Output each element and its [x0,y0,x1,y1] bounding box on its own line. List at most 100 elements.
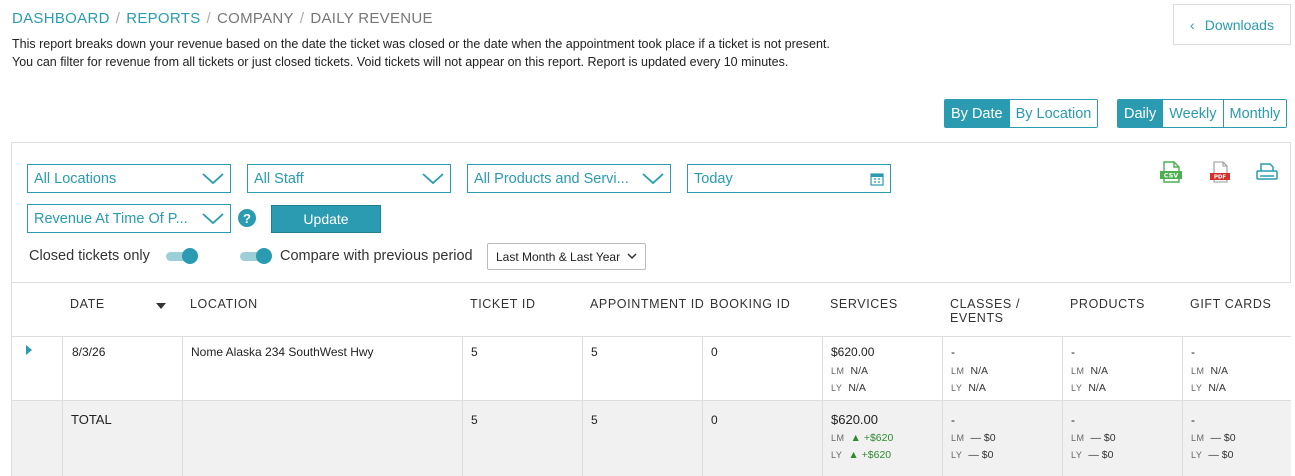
products-services-select-value: All Products and Servi... [474,170,629,187]
products-ly-value: N/A [1088,382,1106,394]
cell-divider [582,337,583,400]
total-gift-cards-lm: LM — $0 [1191,432,1236,444]
pdf-export-icon[interactable]: PDF [1208,161,1232,183]
locations-select-value: All Locations [34,170,117,187]
chevron-down-icon [202,212,224,224]
chevron-down-icon [627,253,637,260]
compare-toggle[interactable] [240,248,272,264]
table-header: DATE LOCATION TICKET ID APPOINTMENT ID B… [12,282,1291,337]
total-ticket-id: 5 [471,413,478,427]
view-toggle: By Date By Location [944,99,1099,128]
classes-ly: LY N/A [951,382,986,394]
revenue-type-select[interactable]: Revenue At Time Of P... [27,204,231,233]
cell-ticket-id: 5 [471,345,478,359]
cell-date: 8/3/26 [72,345,106,359]
cell-divider [1182,401,1183,476]
cell-divider [702,337,703,400]
classes-lm-value: N/A [970,365,989,377]
weekly-button[interactable]: Weekly [1162,100,1223,127]
total-row: TOTAL 5 5 0 $620.00 LM ▲ +$620 LY ▲ +$620 … [12,401,1291,476]
total-gift-cards: - [1191,413,1195,427]
csv-export-icon[interactable]: CSV [1159,161,1183,183]
chevron-down-icon [202,172,224,184]
cell-divider [1062,337,1063,400]
staff-select[interactable]: All Staff [247,164,451,193]
total-services-ly: LY ▲ +$620 [831,449,891,461]
update-button[interactable]: Update [271,205,381,233]
column-header-appointment-id[interactable]: APPOINTMENT ID [590,297,704,311]
cell-divider [462,337,463,400]
total-classes-lm-value: — $0 [970,432,996,444]
column-header-services[interactable]: SERVICES [830,297,898,311]
total-products-ly: LY — $0 [1071,449,1113,461]
compare-period-select[interactable]: Last Month & Last Year [487,243,646,270]
classes-lm: LM N/A [951,365,988,377]
breadcrumb-current-page: DAILY REVENUE [310,10,433,27]
column-header-classes[interactable]: CLASSES / EVENTS [950,297,1020,325]
report-description: This report breaks down your revenue bas… [12,37,830,69]
help-icon[interactable]: ? [238,209,256,227]
column-header-booking-id[interactable]: BOOKING ID [710,297,790,311]
services-ly-value: N/A [848,382,866,394]
gift-cards-lm: LM N/A [1191,365,1228,377]
total-products-ly-value: — $0 [1088,449,1114,461]
column-header-ticket-id[interactable]: TICKET ID [470,297,536,311]
toggle-knob [182,248,198,264]
lm-label: LM [951,433,965,443]
services-lm: LM N/A [831,365,868,377]
cell-divider [1062,401,1063,476]
total-gift-cards-lm-value: — $0 [1210,432,1236,444]
gift-cards-ly: LY N/A [1191,382,1226,394]
toggle-knob [256,248,272,264]
cell-divider [822,337,823,400]
chevron-left-icon: ‹ [1190,16,1195,33]
downloads-button[interactable]: ‹ Downloads [1173,4,1291,45]
gift-cards-ly-value: N/A [1208,382,1226,394]
by-date-button[interactable]: By Date [945,100,1009,127]
expand-row-icon[interactable] [26,345,32,355]
total-products-lm-value: — $0 [1090,432,1116,444]
column-header-products[interactable]: PRODUCTS [1070,297,1145,311]
breadcrumb-separator: / [206,10,211,27]
ly-label: LY [1071,383,1083,393]
print-icon[interactable] [1255,161,1279,183]
breadcrumb-company: COMPANY [217,10,294,27]
lm-label: LM [951,366,965,376]
calendar-icon[interactable] [870,172,884,186]
column-header-location[interactable]: LOCATION [190,297,258,311]
date-input-value: Today [694,170,733,187]
cell-gift-cards: - [1191,345,1195,359]
by-location-button[interactable]: By Location [1008,100,1098,127]
chevron-down-icon [642,172,664,184]
breadcrumb-dashboard[interactable]: DASHBOARD [12,10,110,27]
lm-label: LM [831,366,845,376]
table-row: 8/3/26 Nome Alaska 234 SouthWest Hwy 5 5… [12,337,1291,401]
daily-button[interactable]: Daily [1118,100,1163,127]
sort-desc-icon[interactable] [156,303,166,309]
cell-services: $620.00 [831,345,875,359]
pdf-icon-text: PDF [1214,175,1227,181]
products-lm: LM N/A [1071,365,1108,377]
cell-divider [942,337,943,400]
cell-divider [182,337,183,400]
column-header-gift-cards[interactable]: GIFT CARDS [1190,297,1271,311]
breadcrumb-reports[interactable]: REPORTS [126,10,200,27]
locations-select[interactable]: All Locations [27,164,231,193]
date-input[interactable]: Today [687,164,891,193]
monthly-button[interactable]: Monthly [1222,100,1287,127]
total-gift-cards-ly: LY — $0 [1191,449,1233,461]
cell-divider [462,401,463,476]
products-lm-value: N/A [1090,365,1109,377]
products-services-select[interactable]: All Products and Servi... [467,164,671,193]
total-label: TOTAL [71,412,112,427]
total-services: $620.00 [831,412,878,427]
cell-divider [62,401,63,476]
total-classes-lm: LM — $0 [951,432,996,444]
total-services-ly-value: ▲ +$620 [848,449,892,461]
lm-label: LM [1071,366,1085,376]
column-header-date[interactable]: DATE [70,297,105,311]
revenue-type-select-value: Revenue At Time Of P... [34,210,188,227]
closed-tickets-toggle[interactable] [166,248,198,264]
breadcrumb: DASHBOARD / REPORTS / COMPANY / DAILY REVENUE [12,10,433,27]
cell-divider [702,401,703,476]
